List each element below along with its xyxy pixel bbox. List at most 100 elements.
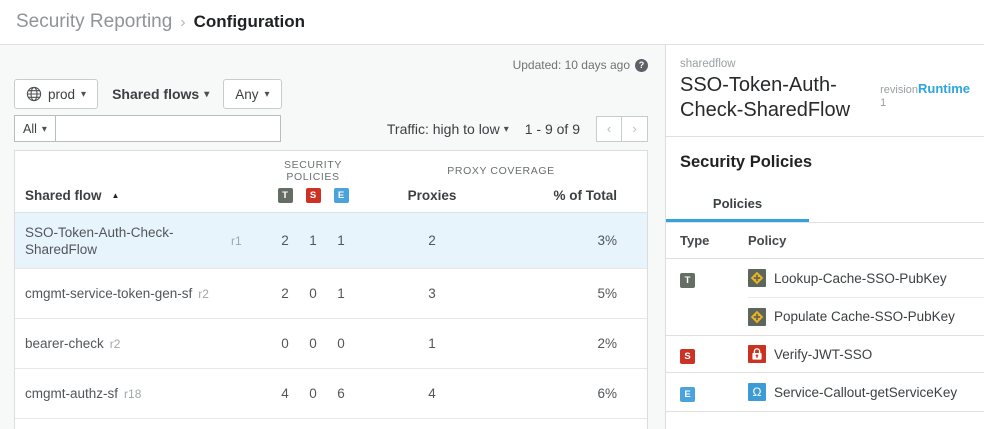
tab-policies[interactable]: Policies (666, 187, 809, 222)
revision-value: 1 (880, 97, 970, 109)
policy-name: Lookup-Cache-SSO-PubKey (774, 271, 947, 286)
filter-toolbar: prod ▾ Shared flows ▾ Any ▾ (14, 79, 648, 109)
extension-count: 1 (327, 233, 355, 248)
security-policies-heading: Security Policies (680, 153, 984, 172)
report-list-panel: Updated: 10 days ago ? prod ▾ Shared flo… (0, 45, 665, 429)
shared-flow-name: cmgmt-authz-sf (25, 385, 118, 402)
pct-of-total: 2% (509, 336, 647, 351)
policy-row[interactable]: Populate Cache-SSO-PubKey (748, 297, 984, 335)
policy-group-extension: E Ω Service-Callout-getServiceKey (666, 373, 984, 412)
proxies-count: 4 (355, 386, 509, 401)
proxies-count: 1 (355, 336, 509, 351)
traffic-count: 0 (271, 336, 299, 351)
proxy-coverage-group-header: PROXY COVERAGE (355, 165, 647, 177)
revision-label: r1 (231, 234, 242, 248)
shared-flow-name: bearer-check (25, 335, 104, 352)
revision-label: r18 (124, 387, 141, 401)
pct-of-total: 6% (509, 386, 647, 401)
prev-page-button[interactable]: ‹ (596, 116, 622, 142)
traffic-count: 4 (271, 386, 299, 401)
scope-dropdown[interactable]: Shared flows ▾ (112, 86, 209, 102)
traffic-count: 2 (271, 233, 299, 248)
shared-flow-name: SSO-Token-Auth-Check-SharedFlow (25, 224, 225, 258)
policy-column-header: Policy (748, 233, 984, 248)
security-count: 0 (299, 286, 327, 301)
search-scope-dropdown[interactable]: All ▾ (14, 115, 56, 142)
security-policy-badge: S (306, 188, 321, 203)
policy-group-security: S Verify-JWT-SSO (666, 336, 984, 373)
traffic-policy-badge: T (278, 188, 293, 203)
pct-of-total: 5% (509, 286, 647, 301)
security-count: 0 (299, 386, 327, 401)
table-column-header: Shared flow ▲ T S E Proxies % of Total (15, 178, 647, 213)
next-page-button[interactable]: › (622, 116, 648, 142)
shared-flow-title: SSO-Token-Auth-Check-SharedFlow (680, 73, 874, 123)
chevron-down-icon: ▾ (204, 89, 209, 100)
search-input[interactable] (56, 115, 281, 142)
proxies-column-header[interactable]: Proxies (355, 188, 509, 203)
proxies-count: 2 (355, 233, 509, 248)
traffic-sort-dropdown[interactable]: Traffic: high to low ▾ (387, 121, 509, 137)
globe-icon (26, 86, 42, 102)
extension-count: 6 (327, 386, 355, 401)
search-toolbar: All ▾ Traffic: high to low ▾ 1 - 9 of 9 … (14, 115, 648, 142)
revision-label: r2 (198, 287, 209, 301)
page-title: Configuration (194, 12, 305, 32)
traffic-count: 2 (271, 286, 299, 301)
shared-flow-column-header[interactable]: Shared flow ▲ (15, 188, 271, 203)
extension-count: 0 (327, 336, 355, 351)
security-count: 0 (299, 336, 327, 351)
any-filter-dropdown[interactable]: Any ▾ (223, 79, 281, 109)
table-row[interactable]: cmgmt-authz-sf r18 4 0 6 4 6% (15, 369, 647, 419)
cache-icon (748, 308, 766, 326)
runtime-link[interactable]: Runtime (918, 81, 970, 96)
shared-flow-table: SECURITY POLICIES PROXY COVERAGE Shared … (14, 150, 648, 429)
breadcrumb-parent-link[interactable]: Security Reporting (16, 11, 172, 33)
list-controls: Traffic: high to low ▾ 1 - 9 of 9 ‹ › (387, 116, 648, 142)
detail-tab-bar: Policies (666, 187, 984, 223)
security-policy-badge: S (680, 349, 695, 364)
chevron-down-icon: ▾ (265, 89, 270, 100)
table-group-header: SECURITY POLICIES PROXY COVERAGE (15, 151, 647, 178)
pagination-range: 1 - 9 of 9 (525, 121, 580, 137)
search-group: All ▾ (14, 115, 281, 142)
extension-policy-badge: E (680, 387, 695, 402)
type-column-header: Type (680, 233, 748, 248)
table-row[interactable]: bearer-check r2 0 0 0 1 2% (15, 319, 647, 369)
detail-header: sharedflow SSO-Token-Auth-Check-SharedFl… (666, 45, 984, 137)
scope-label: Shared flows (112, 86, 199, 102)
environment-label: prod (48, 87, 75, 102)
pct-of-total: 3% (509, 233, 647, 248)
policy-row[interactable]: Ω Service-Callout-getServiceKey (748, 373, 984, 411)
security-policies-group-header: SECURITY POLICIES (271, 159, 355, 183)
traffic-policy-badge: T (680, 273, 695, 288)
help-icon[interactable]: ? (635, 59, 648, 72)
service-callout-icon: Ω (748, 383, 766, 401)
policy-row[interactable]: Verify-JWT-SSO (748, 336, 984, 372)
pct-total-column-header[interactable]: % of Total (509, 188, 647, 203)
cache-icon (748, 269, 766, 287)
chevron-left-icon: ‹ (607, 121, 611, 136)
breadcrumb-separator-icon: › (180, 14, 185, 32)
updated-label: Updated: 10 days ago (513, 58, 630, 72)
entity-type-label: sharedflow (680, 58, 970, 70)
traffic-sort-label: Traffic: high to low (387, 121, 500, 137)
proxies-count: 3 (355, 286, 509, 301)
extension-policy-badge: E (334, 188, 349, 203)
extension-count: 1 (327, 286, 355, 301)
environment-dropdown[interactable]: prod ▾ (14, 79, 98, 109)
table-row[interactable]: SSO-Token-Auth-Check-SharedFlow r1 2 1 1… (15, 213, 647, 269)
policy-name: Service-Callout-getServiceKey (774, 385, 957, 400)
chevron-right-icon: › (632, 121, 636, 136)
breadcrumb: Security Reporting › Configuration (0, 0, 984, 45)
pager: ‹ › (596, 116, 648, 142)
shared-flow-detail-panel: sharedflow SSO-Token-Auth-Check-SharedFl… (665, 45, 984, 429)
policy-name: Verify-JWT-SSO (774, 347, 872, 362)
revision-block: revision Runtime 1 (880, 81, 970, 123)
policy-row[interactable]: Lookup-Cache-SSO-PubKey (748, 259, 984, 297)
verify-jwt-lock-icon (748, 345, 766, 363)
policy-group-traffic: T Lookup-Cache-SSO-PubKey (666, 259, 984, 336)
revision-label: r2 (110, 337, 121, 351)
table-row[interactable]: cmgmt-service-token-gen-sf r2 2 0 1 3 5% (15, 269, 647, 319)
chevron-down-icon: ▾ (42, 124, 47, 135)
